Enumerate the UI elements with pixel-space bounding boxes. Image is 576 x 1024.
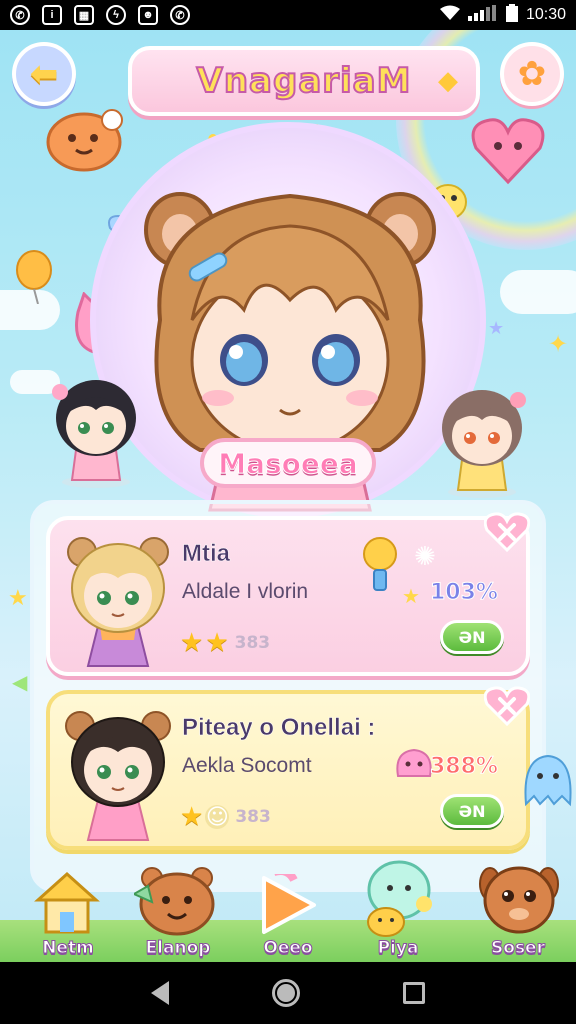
sparkle-icon: ✺ [414,542,436,572]
system-nav-bar [0,962,576,1024]
card-subtitle: Aekla Socomt [182,754,312,777]
card-close-button[interactable] [484,512,530,552]
character-card[interactable]: Piteay o Onellai : Aekla Socomt ★ ☺ 383 … [46,686,530,850]
card-close-button[interactable] [484,686,530,726]
star-rating: ★ ★ 383 [180,628,270,658]
status-time: 10:30 [525,6,566,23]
lightbulb-icon [363,537,397,591]
info-icon: i [42,5,62,25]
star-icon: ★ [402,584,420,608]
star-icon: ★ [205,628,229,658]
signal-icon [467,5,498,25]
flower-gear-icon: ✿ [517,54,547,94]
nav-label: Soser [491,938,546,959]
messenger-icon: ϟ [106,5,126,25]
title-banner: VnagariaM ◆ [128,46,480,116]
sparkle-icon: ✦ [548,330,569,358]
nav-item-settings[interactable]: Soser [468,860,568,962]
nav-label: Oeeo [263,938,313,959]
ice-cream-pet-icon [367,860,432,937]
status-bar: ✆ i ▦ ϟ ☻ ✆ 10:30 [0,0,576,30]
star-icon: ★ [180,628,204,658]
image-icon: ▦ [74,5,94,25]
back-button[interactable]: ⬅ [12,42,76,106]
card-title: Piteay o Onellai : [182,714,376,742]
blue-ghost-icon [524,754,572,807]
card-portrait [65,711,171,841]
star-icon: ★ [488,318,505,339]
card-go-label: ƏN [458,627,486,647]
battery-icon [505,4,518,26]
nav-item-shop[interactable]: Elanop [128,860,228,962]
pink-blob-icon [396,748,432,777]
whatsapp-icon: ✆ [170,5,190,25]
hero-name-badge: Masoeea [200,438,376,488]
pink-heart-pet-icon [471,118,545,185]
card-go-button[interactable]: ƏN [440,620,504,654]
card-progress-percent: 103% [430,580,499,606]
system-home-icon[interactable] [271,979,300,1007]
whatsapp-icon: ✆ [10,5,30,25]
play-icon [262,874,316,934]
game-title: VnagariaM [196,60,412,102]
wifi-icon [439,5,460,25]
star-icon: ◆ [438,66,458,96]
back-arrow-icon: ⬅ [29,54,59,94]
system-recents-icon[interactable] [402,982,425,1004]
balloon-icon [16,250,52,304]
bottom-nav: Netm Elanop Oeeo Piya Soser [0,860,576,962]
card-subtitle: Aldale I vlorin [182,580,309,603]
system-back-icon[interactable] [151,981,170,1005]
card-portrait [67,537,169,667]
nav-item-play[interactable]: Oeeo [238,860,338,962]
game-screen: ⬅ VnagariaM ◆ ✿ ✦ ★ ♥ ♥ ✦ [0,30,576,962]
nav-label: Elanop [145,938,211,959]
card-go-label: ƏN [458,801,486,821]
dog-pet-icon [479,866,559,934]
star-icon: ★ [180,802,204,832]
settings-button[interactable]: ✿ [500,42,564,106]
star-rating: ★ ☺ 383 [180,802,271,832]
card-count: 383 [234,633,271,653]
card-title: Mtia [182,540,231,568]
nav-label: Piya [377,938,419,959]
triangle-icon: ◀ [12,670,28,694]
house-icon [34,871,100,934]
discord-icon: ☻ [138,5,158,25]
smiley-icon: ☺ [205,804,230,830]
hero-name: Masoeea [218,446,359,480]
chibi-character-left[interactable] [46,370,146,490]
nav-item-home[interactable]: Netm [18,860,118,962]
nav-item-pets[interactable]: Piya [348,860,448,962]
card-go-button[interactable]: ƏN [440,794,504,828]
cloud-decoration [500,270,576,314]
star-icon: ★ [8,586,28,611]
orange-pet-icon [46,109,123,172]
card-progress-percent: 388% [430,754,499,780]
close-heart-icon [484,686,530,726]
nav-label: Netm [42,938,95,959]
close-heart-icon [484,512,530,552]
status-right-icons: 10:30 [439,4,566,26]
chibi-character-right[interactable] [432,380,532,500]
bear-pet-icon [134,867,215,936]
character-card[interactable]: Mtia Aldale I vlorin ★ ★ 383 ✺ ★ 103% ƏN [46,512,530,676]
status-left-icons: ✆ i ▦ ϟ ☻ ✆ [10,5,190,25]
card-count: 383 [235,807,271,827]
